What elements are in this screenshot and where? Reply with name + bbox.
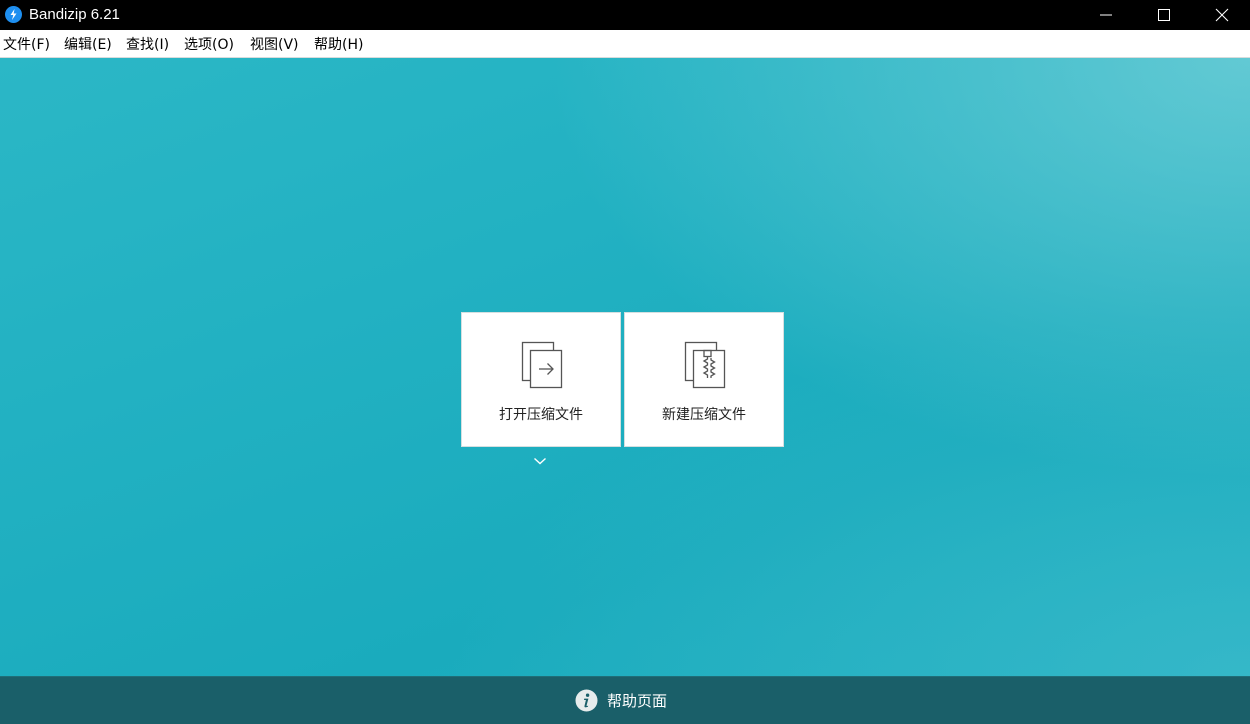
menu-edit[interactable]: 编辑(E) [64,36,112,54]
minimize-button[interactable] [1077,0,1135,30]
new-archive-button[interactable]: 新建压缩文件 [624,312,784,447]
open-archive-label: 打开压缩文件 [499,407,583,423]
menu-bar: 文件(F) 编辑(E) 查找(I) 选项(O) 视图(V) 帮助(H) [0,30,1250,58]
open-archive-icon [521,341,563,389]
open-archive-button[interactable]: 打开压缩文件 [461,312,621,447]
main-area: 打开压缩文件 新建压缩文件 [0,58,1250,676]
footer-bar: 帮助页面 [0,676,1250,724]
bandizip-logo-icon[interactable] [5,6,22,23]
new-archive-label: 新建压缩文件 [662,407,746,423]
help-page-label: 帮助页面 [607,692,668,710]
menu-options[interactable]: 选项(O) [184,36,234,54]
close-button[interactable] [1193,0,1250,30]
chevron-down-icon[interactable] [533,456,547,466]
menu-file[interactable]: 文件(F) [3,36,50,54]
minimize-icon [1100,14,1112,16]
window-title: Bandizip 6.21 [29,6,120,23]
menu-view[interactable]: 视图(V) [250,36,299,54]
maximize-button[interactable] [1135,0,1193,30]
bandizip-window: Bandizip 6.21 文件(F) 编辑(E) 查找(I) 选项(O) 视图… [0,0,1250,724]
menu-help[interactable]: 帮助(H) [314,36,363,54]
title-bar[interactable]: Bandizip 6.21 [0,0,1250,30]
maximize-icon [1158,9,1170,21]
info-icon [575,689,598,712]
zip-archive-icon [684,341,726,389]
menu-find[interactable]: 查找(I) [126,36,169,54]
close-icon [1215,8,1229,22]
